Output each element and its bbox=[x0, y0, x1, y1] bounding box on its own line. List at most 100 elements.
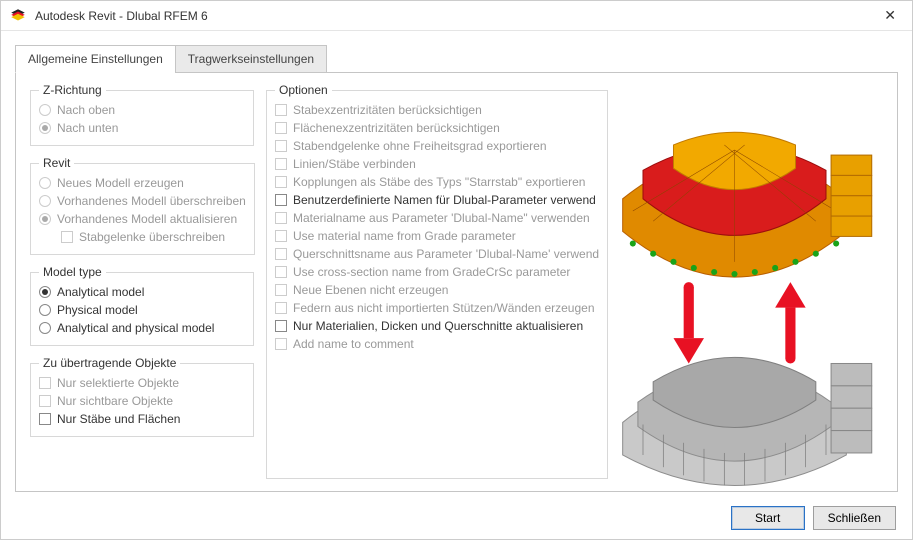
radio-icon bbox=[39, 177, 51, 189]
checkbox-icon bbox=[275, 320, 287, 332]
left-column: Z-Richtung Nach oben Nach unten Revit Ne… bbox=[24, 83, 260, 479]
checkbox-label: Stabexzentrizitäten berücksichtigen bbox=[293, 103, 482, 117]
radio-label: Analytical and physical model bbox=[57, 321, 214, 335]
checkbox-label: Stabgelenke überschreiben bbox=[79, 230, 225, 244]
check-opt-member-ecc: Stabexzentrizitäten berücksichtigen bbox=[275, 101, 599, 119]
radio-label: Neues Modell erzeugen bbox=[57, 176, 184, 190]
checkbox-icon bbox=[275, 158, 287, 170]
checkbox-label: Nur sichtbare Objekte bbox=[57, 394, 173, 408]
tab-panel-general: Z-Richtung Nach oben Nach unten Revit Ne… bbox=[15, 72, 898, 492]
model-type-legend: Model type bbox=[39, 265, 106, 279]
check-opt-end-hinges: Stabendgelenke ohne Freiheitsgrad export… bbox=[275, 137, 599, 155]
checkbox-icon bbox=[275, 338, 287, 350]
radio-label: Nach oben bbox=[57, 103, 115, 117]
radio-z-up: Nach oben bbox=[39, 101, 245, 119]
check-opt-cs-dlubal-name: Querschnittsname aus Parameter 'Dlubal-N… bbox=[275, 245, 599, 263]
radio-icon bbox=[39, 304, 51, 316]
check-opt-surface-ecc: Flächenexzentrizitäten berücksichtigen bbox=[275, 119, 599, 137]
group-z-direction: Z-Richtung Nach oben Nach unten bbox=[30, 83, 254, 146]
check-revit-hinges: Stabgelenke überschreiben bbox=[39, 228, 246, 246]
radio-icon bbox=[39, 104, 51, 116]
checkbox-label: Benutzerdefinierte Namen für Dlubal-Para… bbox=[293, 193, 596, 207]
radio-model-both[interactable]: Analytical and physical model bbox=[39, 319, 245, 337]
checkbox-label: Linien/Stäbe verbinden bbox=[293, 157, 416, 171]
check-opt-cs-grade: Use cross-section name from GradeCrSc pa… bbox=[275, 263, 599, 281]
radio-model-analytical[interactable]: Analytical model bbox=[39, 283, 245, 301]
checkbox-label: Querschnittsname aus Parameter 'Dlubal-N… bbox=[293, 247, 599, 261]
checkbox-label: Nur Materialien, Dicken und Querschnitte… bbox=[293, 319, 583, 333]
radio-revit-new: Neues Modell erzeugen bbox=[39, 174, 246, 192]
checkbox-icon bbox=[275, 104, 287, 116]
revit-legend: Revit bbox=[39, 156, 74, 170]
radio-label: Analytical model bbox=[57, 285, 144, 299]
group-options: Optionen Stabexzentrizitäten berücksicht… bbox=[266, 83, 608, 479]
check-opt-custom-names[interactable]: Benutzerdefinierte Namen für Dlubal-Para… bbox=[275, 191, 599, 209]
close-icon[interactable]: ✕ bbox=[876, 3, 904, 28]
checkbox-icon bbox=[275, 230, 287, 242]
checkbox-label: Nur Stäbe und Flächen bbox=[57, 412, 180, 426]
content-area: Allgemeine Einstellungen Tragwerkseinste… bbox=[1, 31, 912, 539]
radio-icon bbox=[39, 322, 51, 334]
radio-z-down: Nach unten bbox=[39, 119, 245, 137]
radio-revit-update: Vorhandenes Modell aktualisieren bbox=[39, 210, 246, 228]
radio-icon bbox=[39, 286, 51, 298]
check-transfer-visible: Nur sichtbare Objekte bbox=[39, 392, 245, 410]
checkbox-label: Use material name from Grade parameter bbox=[293, 229, 516, 243]
radio-label: Vorhandenes Modell aktualisieren bbox=[57, 212, 237, 226]
checkbox-label: Neue Ebenen nicht erzeugen bbox=[293, 283, 448, 297]
check-transfer-bars[interactable]: Nur Stäbe und Flächen bbox=[39, 410, 245, 428]
group-transfer-objects: Zu übertragende Objekte Nur selektierte … bbox=[30, 356, 254, 437]
close-button[interactable]: Schließen bbox=[813, 506, 896, 530]
check-opt-mat-dlubal-name: Materialname aus Parameter 'Dlubal-Name"… bbox=[275, 209, 599, 227]
z-direction-legend: Z-Richtung bbox=[39, 83, 106, 97]
radio-icon bbox=[39, 213, 51, 225]
checkbox-icon bbox=[275, 266, 287, 278]
group-revit: Revit Neues Modell erzeugen Vorhandenes … bbox=[30, 156, 255, 255]
checkbox-icon bbox=[275, 194, 287, 206]
titlebar: Autodesk Revit - Dlubal RFEM 6 ✕ bbox=[1, 1, 912, 31]
checkbox-icon bbox=[39, 395, 51, 407]
tab-structural[interactable]: Tragwerkseinstellungen bbox=[175, 45, 327, 73]
tabstrip: Allgemeine Einstellungen Tragwerkseinste… bbox=[15, 45, 898, 73]
window-title: Autodesk Revit - Dlubal RFEM 6 bbox=[35, 9, 876, 23]
checkbox-label: Materialname aus Parameter 'Dlubal-Name"… bbox=[293, 211, 590, 225]
middle-column: Optionen Stabexzentrizitäten berücksicht… bbox=[260, 83, 580, 479]
app-icon bbox=[9, 7, 27, 25]
checkbox-icon bbox=[39, 377, 51, 389]
checkbox-label: Federn aus nicht importierten Stützen/Wä… bbox=[293, 301, 595, 315]
options-legend: Optionen bbox=[275, 83, 332, 97]
checkbox-icon bbox=[275, 176, 287, 188]
check-transfer-selected: Nur selektierte Objekte bbox=[39, 374, 245, 392]
check-opt-springs: Federn aus nicht importierten Stützen/Wä… bbox=[275, 299, 599, 317]
tab-general[interactable]: Allgemeine Einstellungen bbox=[15, 45, 176, 73]
radio-revit-overwrite: Vorhandenes Modell überschreiben bbox=[39, 192, 246, 210]
radio-icon bbox=[39, 195, 51, 207]
radio-model-physical[interactable]: Physical model bbox=[39, 301, 245, 319]
checkbox-icon bbox=[275, 122, 287, 134]
group-model-type: Model type Analytical model Physical mod… bbox=[30, 265, 254, 346]
radio-icon bbox=[39, 122, 51, 134]
checkbox-icon bbox=[275, 140, 287, 152]
building-exchange-illustration bbox=[582, 89, 887, 496]
radio-label: Vorhandenes Modell überschreiben bbox=[57, 194, 246, 208]
checkbox-label: Stabendgelenke ohne Freiheitsgrad export… bbox=[293, 139, 547, 153]
check-opt-only-materials[interactable]: Nur Materialien, Dicken und Querschnitte… bbox=[275, 317, 599, 335]
arrow-down-icon bbox=[673, 282, 703, 363]
start-button[interactable]: Start bbox=[731, 506, 805, 530]
checkbox-icon bbox=[275, 212, 287, 224]
checkbox-icon bbox=[39, 413, 51, 425]
checkbox-label: Kopplungen als Stäbe des Typs "Starrstab… bbox=[293, 175, 585, 189]
dialog-footer: Start Schließen bbox=[15, 492, 898, 530]
radio-label: Nach unten bbox=[57, 121, 118, 135]
illustration-pane bbox=[580, 83, 889, 479]
arrow-up-icon bbox=[775, 282, 805, 363]
check-opt-add-comment: Add name to comment bbox=[275, 335, 599, 353]
check-opt-connect-lines: Linien/Stäbe verbinden bbox=[275, 155, 599, 173]
checkbox-label: Add name to comment bbox=[293, 337, 414, 351]
checkbox-icon bbox=[275, 302, 287, 314]
check-opt-couplings-rigid: Kopplungen als Stäbe des Typs "Starrstab… bbox=[275, 173, 599, 191]
checkbox-label: Use cross-section name from GradeCrSc pa… bbox=[293, 265, 570, 279]
check-opt-mat-grade: Use material name from Grade parameter bbox=[275, 227, 599, 245]
transfer-legend: Zu übertragende Objekte bbox=[39, 356, 180, 370]
checkbox-label: Flächenexzentrizitäten berücksichtigen bbox=[293, 121, 500, 135]
